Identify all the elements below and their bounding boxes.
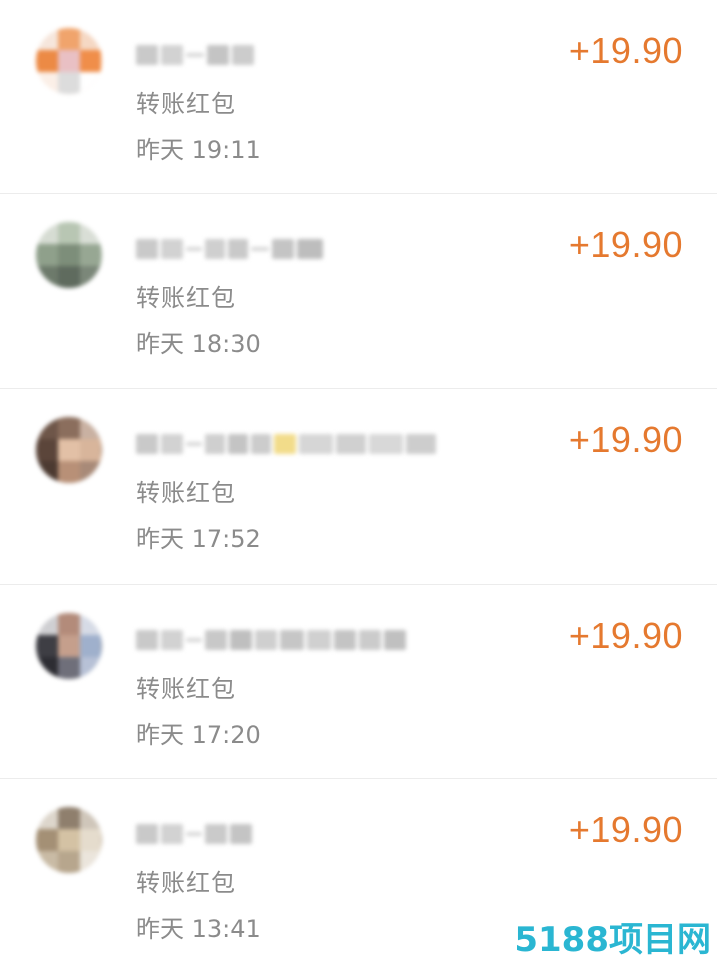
transaction-row[interactable]: 转账红包 昨天 19:11 +19.90 [0,0,717,194]
transaction-type: 转账红包 [136,869,236,897]
transaction-list: 转账红包 昨天 19:11 +19.90 转账红包 昨天 18:30 +19.9… [0,0,717,965]
transaction-time: 昨天 13:41 [136,915,261,943]
sender-name-redacted [136,42,254,68]
transaction-type: 转账红包 [136,90,236,118]
avatar [36,807,102,873]
transaction-time: 昨天 18:30 [136,330,261,358]
sender-name-redacted [136,627,406,653]
transaction-time: 昨天 17:20 [136,721,261,749]
transaction-time: 昨天 17:52 [136,525,261,553]
transaction-amount: +19.90 [568,615,683,656]
transaction-row[interactable]: 转账红包 昨天 17:52 +19.90 [0,389,717,585]
transaction-amount: +19.90 [568,224,683,265]
transaction-amount: +19.90 [568,809,683,850]
avatar [36,613,102,679]
transaction-type: 转账红包 [136,675,236,703]
transaction-amount: +19.90 [568,419,683,460]
transaction-amount: +19.90 [568,30,683,71]
transaction-row[interactable]: 转账红包 昨天 17:20 +19.90 [0,585,717,779]
avatar [36,28,102,94]
transaction-row[interactable]: 转账红包 昨天 18:30 +19.90 [0,194,717,389]
sender-name-redacted [136,821,252,847]
avatar [36,222,102,288]
transaction-time: 昨天 19:11 [136,136,261,164]
site-watermark: 5188项目网 [514,920,711,960]
transaction-type: 转账红包 [136,479,236,507]
sender-name-redacted [136,431,436,457]
transaction-type: 转账红包 [136,284,236,312]
sender-name-redacted [136,236,323,262]
avatar [36,417,102,483]
